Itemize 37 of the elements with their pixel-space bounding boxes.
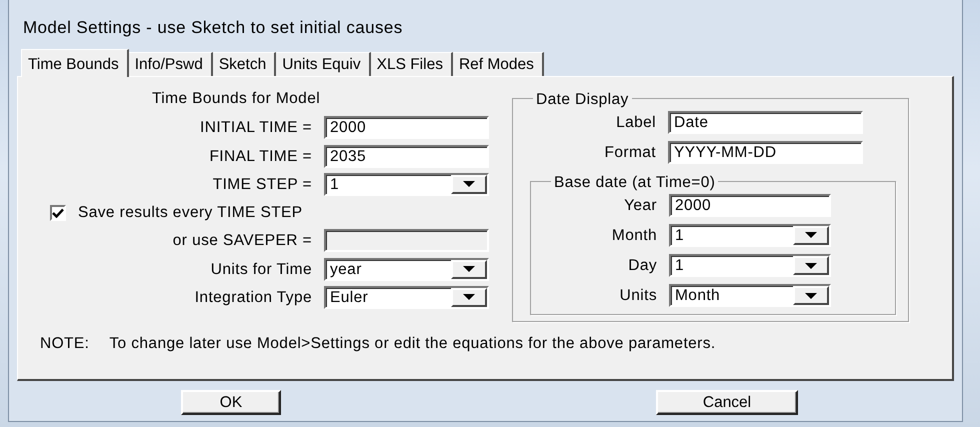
note-text: To change later use Model>Settings or edit the equations for the above parameters.	[109, 334, 717, 353]
tab[interactable]: Info/Pswd	[128, 52, 213, 76]
checkbox[interactable]	[50, 204, 66, 221]
dropdown[interactable]: 1	[669, 254, 831, 278]
tab[interactable]: XLS Files	[370, 52, 453, 76]
field-label: Label	[615, 113, 657, 133]
field-label: Units for Time	[210, 260, 313, 280]
field-label: TIME STEP =	[212, 174, 313, 195]
field-label: Day	[627, 256, 658, 276]
dropdown[interactable]: year	[324, 258, 489, 281]
window-title: Model Settings - use Sketch to set initial causes	[22, 17, 404, 39]
field-label: Units	[618, 286, 658, 306]
note-label: NOTE:	[40, 334, 90, 353]
dropdown[interactable]: 1	[324, 172, 489, 196]
field-label: Integration Type	[194, 288, 313, 308]
tab[interactable]: Ref Modes	[452, 52, 544, 76]
field-label: Year	[623, 196, 658, 216]
field-label: Month	[610, 226, 658, 246]
field-label: FINAL TIME =	[208, 146, 313, 166]
field-label: INITIAL TIME =	[199, 118, 313, 138]
field-label: Format	[604, 143, 657, 164]
field-label: or use SAVEPER =	[172, 231, 313, 252]
input-field[interactable]: 2000	[324, 116, 489, 140]
checkbox-label: Save results every TIME STEP	[78, 203, 303, 223]
input-field[interactable]: 2000	[669, 194, 831, 217]
input-field[interactable]: Date	[668, 111, 863, 134]
tab[interactable]: Sketch	[212, 52, 276, 76]
dropdown[interactable]: 1	[669, 224, 831, 247]
tab[interactable]: Units Equiv	[276, 52, 371, 76]
tab[interactable]: Time Bounds	[21, 49, 129, 77]
dropdown[interactable]: Month	[669, 284, 831, 308]
dropdown[interactable]: Euler	[324, 286, 489, 309]
input-field[interactable]: YYYY-MM-DD	[668, 141, 863, 164]
ok-button[interactable]: OK	[181, 390, 281, 414]
input-field[interactable]: 2035	[324, 144, 489, 168]
cancel-button[interactable]: Cancel	[656, 390, 798, 414]
section-heading: Time Bounds for Model	[151, 89, 322, 109]
